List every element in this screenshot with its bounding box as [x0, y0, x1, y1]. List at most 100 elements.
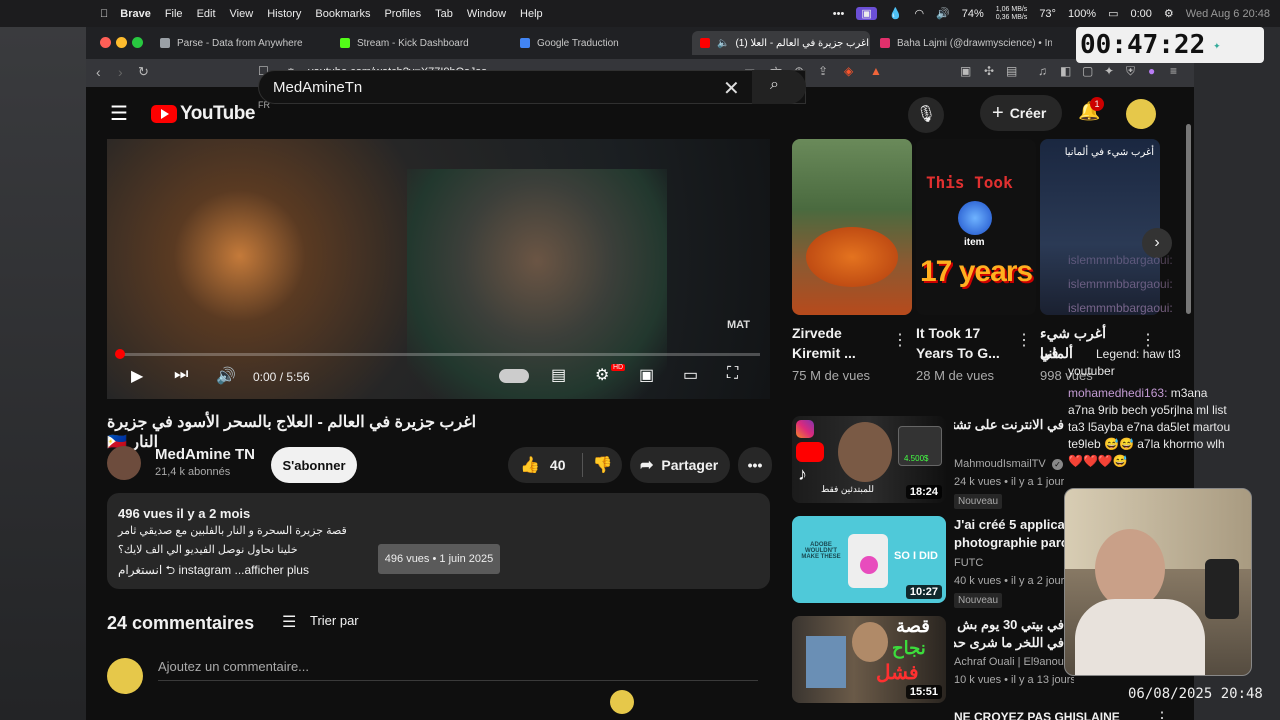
- menu-app-name[interactable]: Brave: [120, 8, 151, 20]
- rec-channel-1[interactable]: MahmoudIsmailTV: [954, 458, 1046, 470]
- reload-icon[interactable]: ↻: [138, 64, 149, 80]
- video-progress-bar[interactable]: [120, 353, 760, 356]
- rec-channel-3[interactable]: Achraf Ouali | El9anou: [954, 656, 1064, 668]
- rec-title-2-line-1[interactable]: J'ai créé 5 applicati: [954, 516, 1064, 534]
- apple-icon[interactable]: : [100, 8, 108, 20]
- minimize-window-button[interactable]: [116, 37, 127, 48]
- description-line-3[interactable]: انستغرام ⮌ instagram ...afficher plus: [118, 561, 309, 582]
- search-button[interactable]: ⌕: [752, 70, 806, 104]
- back-icon[interactable]: ‹: [96, 64, 101, 80]
- wallet-icon[interactable]: ▢: [1082, 64, 1093, 78]
- brave-rewards-icon[interactable]: ▲: [870, 64, 882, 78]
- voice-search-icon[interactable]: 🎙: [908, 97, 944, 133]
- menu-view[interactable]: View: [230, 8, 254, 20]
- theater-mode-icon[interactable]: ▭: [683, 365, 698, 385]
- search-icon: ⌕: [770, 76, 779, 93]
- rec-title-3-line-1[interactable]: في بيتي 30 يوم بش عملت: [954, 616, 1064, 634]
- dislike-icon[interactable]: 👎: [593, 455, 613, 475]
- rec-thumbnail-2[interactable]: ADOBE WOULDN'T MAKE THESE SO I DID 10:27: [792, 516, 946, 603]
- battery-icon[interactable]: ▭: [1108, 7, 1118, 20]
- menu-tab[interactable]: Tab: [435, 8, 453, 20]
- short-2-more-icon[interactable]: ⋮: [1016, 330, 1032, 350]
- brave-shields-icon[interactable]: ◈: [844, 64, 853, 78]
- short-1-more-icon[interactable]: ⋮: [892, 330, 908, 350]
- autoplay-toggle[interactable]: [499, 369, 529, 383]
- volume-control-icon[interactable]: 🔊: [216, 366, 236, 386]
- maximize-window-button[interactable]: [132, 37, 143, 48]
- search-input[interactable]: MedAmineTn ✕: [258, 70, 806, 104]
- sort-by-button[interactable]: Trier par: [310, 613, 359, 628]
- settings-gear-icon[interactable]: ⚙: [595, 365, 609, 385]
- rec-title-1[interactable]: في الانترنت على تشتغل اي: [954, 416, 1064, 434]
- subscribe-button[interactable]: S'abonner: [271, 447, 357, 483]
- clear-search-icon[interactable]: ✕: [723, 76, 740, 101]
- tab-google-translate[interactable]: Google Traduction: [512, 31, 690, 55]
- tab-instagram[interactable]: Baha Lajmi (@drawmyscience) • In: [872, 31, 1052, 55]
- drop-icon[interactable]: 💧: [889, 7, 903, 20]
- more-actions-button[interactable]: •••: [738, 447, 772, 483]
- video-player[interactable]: MAT: [107, 139, 770, 399]
- play-icon[interactable]: ▶: [131, 366, 143, 386]
- menu-icon[interactable]: ≡: [1170, 64, 1177, 78]
- music-icon[interactable]: ♫: [1038, 64, 1047, 78]
- menu-bookmarks[interactable]: Bookmarks: [315, 8, 370, 20]
- control-center-icon[interactable]: ⚙: [1164, 7, 1174, 20]
- short-thumbnail-1[interactable]: [792, 139, 912, 315]
- close-window-button[interactable]: [100, 37, 111, 48]
- page-scrollbar[interactable]: [1186, 124, 1191, 314]
- channel-name[interactable]: MedAmine TN: [155, 446, 255, 463]
- next-video-icon[interactable]: ⏭: [174, 366, 188, 384]
- menu-help[interactable]: Help: [520, 8, 543, 20]
- like-icon[interactable]: 👍: [520, 455, 540, 475]
- menu-window[interactable]: Window: [467, 8, 506, 20]
- menu-history[interactable]: History: [267, 8, 301, 20]
- rec-title-4[interactable]: NE CROYEZ PAS GHISLAINE: [954, 708, 1154, 720]
- extension-icon[interactable]: ▣: [960, 64, 971, 78]
- comment-input[interactable]: Ajoutez un commentaire...: [158, 659, 758, 681]
- short-title-1-line-2[interactable]: Kiremit ...: [792, 343, 856, 363]
- sort-icon[interactable]: ☰: [282, 612, 296, 632]
- create-button[interactable]: + Créer: [980, 95, 1062, 131]
- vpn-icon[interactable]: ⛨: [1126, 64, 1135, 79]
- menubar-datetime[interactable]: Wed Aug 6 20:48: [1186, 8, 1270, 20]
- rec-thumbnail-3[interactable]: قصة نجاح فشل 15:51: [792, 616, 946, 703]
- miniplayer-icon[interactable]: ▣: [639, 365, 654, 385]
- short-thumbnail-2[interactable]: This Took item 17 years: [916, 139, 1036, 315]
- rec-title-2-line-2[interactable]: photographie parce: [954, 534, 1064, 552]
- short-title-2-line-1[interactable]: It Took 17: [916, 323, 980, 343]
- subtitles-icon[interactable]: ▤: [551, 365, 566, 385]
- tab-kick[interactable]: Stream - Kick Dashboard: [332, 31, 510, 55]
- channel-avatar[interactable]: [107, 446, 141, 480]
- audio-playing-icon[interactable]: 🔈: [717, 38, 729, 49]
- tab-youtube[interactable]: 🔈 (1) اغرب جزيرة في العالم - العلا: [692, 31, 870, 55]
- share-button[interactable]: ➦ Partager: [630, 447, 730, 483]
- menu-edit[interactable]: Edit: [197, 8, 216, 20]
- sidebar-icon[interactable]: ◧: [1060, 64, 1071, 78]
- rec-thumbnail-1[interactable]: ♪ 4.500$ للمبتدئين فقط 18:24: [792, 416, 946, 503]
- leo-icon[interactable]: ✦: [1104, 64, 1114, 78]
- menu-file[interactable]: File: [165, 8, 183, 20]
- puzzle-icon[interactable]: ✣: [984, 64, 994, 78]
- profile-icon[interactable]: ●: [1148, 64, 1155, 78]
- description-box[interactable]: 496 vues il y a 2 mois قصة جزيرة السحرة …: [107, 493, 770, 589]
- media-icon[interactable]: ▤: [1006, 64, 1017, 78]
- fullscreen-icon[interactable]: ⛶: [727, 365, 738, 383]
- youtube-logo[interactable]: YouTube FR: [151, 100, 270, 125]
- share-icon[interactable]: ⇪: [818, 64, 828, 78]
- short-title-1-line-1[interactable]: Zirvede: [792, 323, 842, 343]
- forward-icon[interactable]: ›: [118, 64, 123, 80]
- wifi-icon[interactable]: ◠: [914, 7, 924, 20]
- more-icon[interactable]: •••: [833, 8, 845, 20]
- short-title-3-line-2[interactable]: ألمانيا: [1040, 343, 1080, 363]
- rec-title-3-line-2[interactable]: في اللخر ما شرى حد bran: [954, 634, 1064, 652]
- account-avatar[interactable]: [1126, 99, 1156, 129]
- volume-icon[interactable]: 🔊: [936, 7, 950, 20]
- tab-parse[interactable]: Parse - Data from Anywhere: [152, 31, 330, 55]
- screen-record-icon[interactable]: ▣: [856, 7, 877, 20]
- rec-channel-2[interactable]: FUTC: [954, 557, 983, 569]
- rec-4-more-icon[interactable]: ⋮: [1154, 708, 1170, 720]
- hamburger-menu-icon[interactable]: ☰: [110, 101, 128, 126]
- short-title-2-line-2[interactable]: Years To G...: [916, 343, 1000, 363]
- video-scrubber-handle[interactable]: [115, 349, 125, 359]
- menu-profiles[interactable]: Profiles: [384, 8, 421, 20]
